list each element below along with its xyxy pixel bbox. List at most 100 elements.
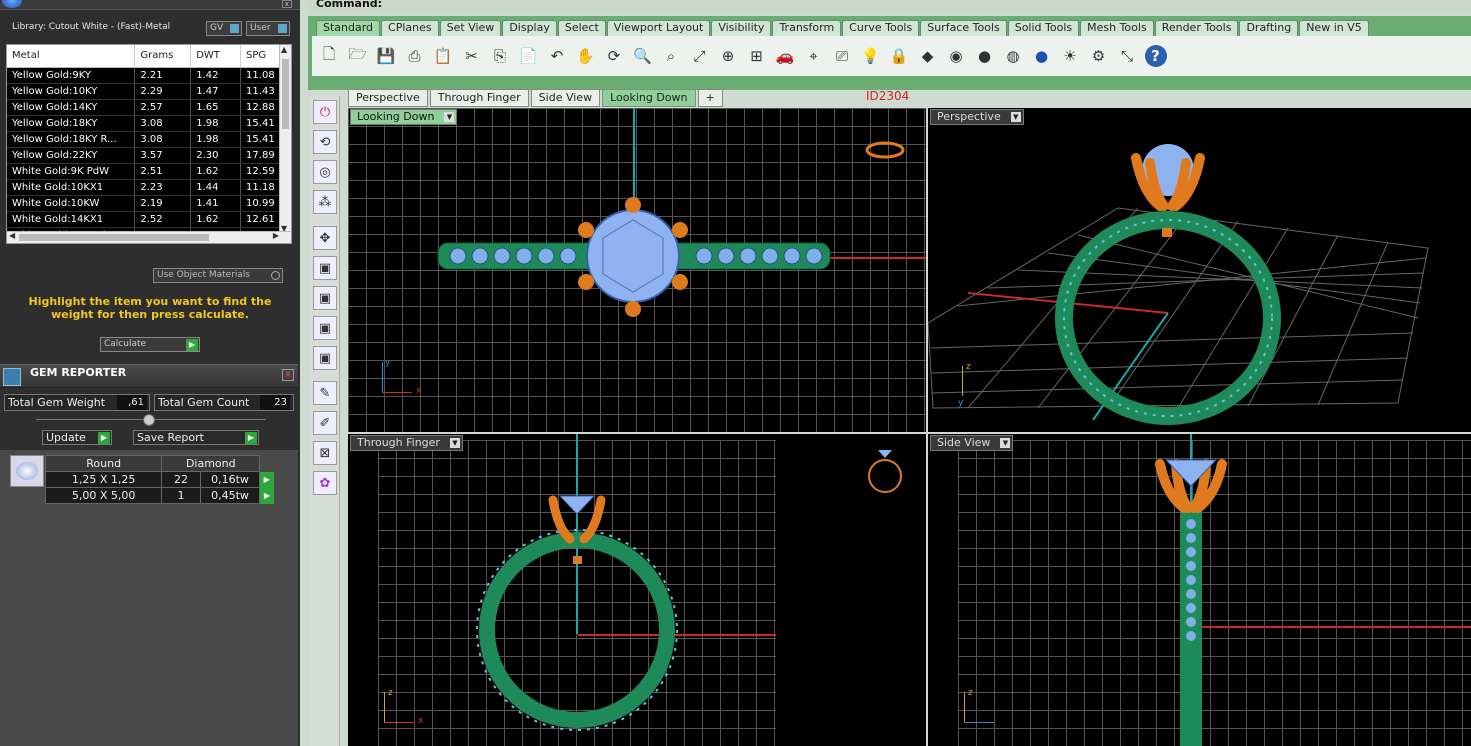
sketch-icon[interactable]: ✐ (313, 411, 337, 435)
viewport-looking-down[interactable]: x y Looking Down ▼ (348, 108, 926, 432)
tab-solid-tools[interactable]: Solid Tools (1007, 20, 1080, 36)
add-viewport-tab-icon[interactable]: + (697, 89, 723, 107)
rotate-axis-icon[interactable]: ⟲ (313, 130, 337, 154)
cube-side-icon[interactable]: ▣ (313, 316, 337, 340)
axes-icon[interactable]: ✥ (313, 226, 337, 250)
tab-transform[interactable]: Transform (772, 20, 842, 36)
nodes-icon[interactable]: ⁂ (313, 190, 337, 214)
tab-select[interactable]: Select (557, 20, 606, 36)
print-icon[interactable]: ⎙ (404, 45, 426, 67)
tab-render-tools[interactable]: Render Tools (1154, 20, 1239, 36)
scroll-left-icon[interactable]: ◀ (9, 231, 15, 240)
open-icon[interactable]: 🗁 (347, 45, 369, 67)
select-gem-arrow-icon[interactable]: ▶ (259, 471, 274, 488)
sun-icon[interactable]: ☀ (1059, 45, 1081, 67)
scroll-thumb[interactable] (282, 59, 289, 129)
viewport-side-view[interactable]: z Side View ▼ (928, 434, 1471, 746)
command-bar[interactable]: Command: (308, 0, 1471, 14)
zoom-icon[interactable]: 🔍 (632, 45, 654, 67)
viewport-tab-perspective[interactable]: Perspective (348, 89, 428, 107)
tab-viewport-layout[interactable]: Viewport Layout (606, 20, 711, 36)
tab-cplanes[interactable]: CPlanes (381, 20, 439, 36)
car-icon[interactable]: 🚗 (774, 45, 796, 67)
table-row[interactable]: White Gold:10KW 2.19 1.41 10.99 (7, 195, 285, 212)
select-gem-arrow-icon[interactable]: ▶ (259, 487, 274, 504)
undo-icon[interactable]: ↶ (546, 45, 568, 67)
close-icon[interactable]: x (282, 369, 294, 381)
bulb-icon[interactable]: 💡 (860, 45, 882, 67)
camera-icon[interactable]: ⎚ (831, 45, 853, 67)
cube-front-icon[interactable]: ▣ (313, 286, 337, 310)
metal-table-hscroll[interactable]: ◀ ▶ (7, 231, 291, 243)
pencil-icon[interactable]: ✎ (313, 381, 337, 405)
tab-display[interactable]: Display (502, 20, 557, 36)
gear-purple-icon[interactable]: ✿ (313, 471, 337, 495)
metal-table[interactable]: Metal Grams DWT SPG Yellow Gold:9KY 2.21 1… (6, 44, 292, 244)
viewport-label-side-view[interactable]: Side View ▼ (930, 435, 1014, 451)
gem-row[interactable]: 1,25 X 1,25 22 0,16tw ▶ (44, 471, 274, 488)
column-spg[interactable]: SPG (240, 45, 285, 68)
viewport-tab-side-view[interactable]: Side View (530, 89, 601, 107)
hscroll-thumb[interactable] (19, 234, 209, 241)
save-report-button[interactable]: Save Report ▶ (133, 430, 259, 445)
viewport-label-perspective[interactable]: Perspective ▼ (930, 109, 1024, 125)
sphere-render-icon[interactable]: ◍ (1002, 45, 1024, 67)
cut-icon[interactable]: ✂ (461, 45, 483, 67)
gem-row[interactable]: 5,00 X 5,00 1 0,45tw ▶ (44, 487, 274, 504)
viewport-grid-icon[interactable]: ⊞ (746, 45, 768, 67)
column-dwt[interactable]: DWT (190, 45, 242, 68)
metal-table-vscroll[interactable]: ▲ ▼ (279, 45, 291, 233)
tab-new-in-v5[interactable]: New in V5 (1299, 20, 1369, 36)
tab-visibility[interactable]: Visibility (711, 20, 772, 36)
table-row[interactable]: Yellow Gold:18KY R... 3.08 1.98 15.41 (7, 131, 285, 148)
table-row[interactable]: Yellow Gold:18KY 3.08 1.98 15.41 (7, 115, 285, 132)
rotate-view-icon[interactable]: ⟳ (603, 45, 625, 67)
viewport-tab-through-finger[interactable]: Through Finger (429, 89, 529, 107)
zoom-extents-icon[interactable]: ⤢ (689, 45, 711, 67)
gem-table[interactable]: Round Diamond 1,25 X 1,25 22 0,16tw ▶ 5,00 X… (44, 455, 274, 504)
layer-icon[interactable]: ◆ (917, 45, 939, 67)
column-grams[interactable]: Grams (134, 45, 192, 68)
frame-icon[interactable]: ⊠ (313, 441, 337, 465)
sphere-shade-icon[interactable]: ● (974, 45, 996, 67)
gv-toggle[interactable]: GV (206, 21, 242, 36)
tab-mesh-tools[interactable]: Mesh Tools (1080, 20, 1154, 36)
pan-hand-icon[interactable]: ✋ (575, 45, 597, 67)
table-row[interactable]: White Gold:14KX1 2.52 1.62 12.61 (7, 211, 285, 228)
save-icon[interactable]: 💾 (375, 45, 397, 67)
viewport-perspective[interactable]: z y Perspective ▼ (928, 108, 1471, 432)
sphere-blue-icon[interactable]: ● (1031, 45, 1053, 67)
clipboard-icon[interactable]: 📄 (518, 45, 540, 67)
cube-top-icon[interactable]: ▣ (313, 256, 337, 280)
close-icon[interactable]: x (282, 0, 292, 8)
table-row[interactable]: Yellow Gold:14KY 2.57 1.65 12.88 (7, 99, 285, 116)
new-icon[interactable]: 🗋 (318, 45, 340, 67)
use-object-materials-checkbox[interactable]: Use Object Materials (153, 268, 283, 283)
paste-icon[interactable]: 📋 (432, 45, 454, 67)
viewport-tab-looking-down[interactable]: Looking Down (602, 89, 696, 107)
viewport-label-looking-down[interactable]: Looking Down ▼ (350, 109, 458, 125)
viewport-through-finger[interactable]: x z Through Finger ▼ (348, 434, 926, 746)
tab-standard[interactable]: Standard (316, 20, 381, 36)
column-metal[interactable]: Metal (7, 45, 136, 68)
tab-set-view[interactable]: Set View (439, 20, 502, 36)
lock-icon[interactable]: 🔒 (888, 45, 910, 67)
table-row[interactable]: Yellow Gold:10KY 2.29 1.47 11.43 (7, 83, 285, 100)
help-icon[interactable]: ? (1144, 45, 1167, 67)
copy-icon[interactable]: ⎘ (489, 45, 511, 67)
tab-curve-tools[interactable]: Curve Tools (842, 20, 920, 36)
viewport-label-through-finger[interactable]: Through Finger ▼ (350, 435, 463, 451)
cplane-icon[interactable]: ⌖ (803, 45, 825, 67)
tab-drafting[interactable]: Drafting (1239, 20, 1299, 36)
table-row[interactable]: White Gold:10KX1 2.23 1.44 11.18 (7, 179, 285, 196)
scroll-right-icon[interactable]: ▶ (273, 231, 279, 240)
gear-icon[interactable]: ⚙ (1088, 45, 1110, 67)
zoom-window-icon[interactable]: ⌕ (660, 45, 682, 67)
globe-icon[interactable]: ◎ (313, 160, 337, 184)
table-row[interactable]: Yellow Gold:9KY 2.21 1.42 11.08 (7, 67, 285, 84)
table-row[interactable]: Yellow Gold:22KY 3.57 2.30 17.89 (7, 147, 285, 164)
user-toggle[interactable]: User (246, 21, 290, 36)
update-button[interactable]: Update ▶ (42, 430, 112, 445)
tab-surface-tools[interactable]: Surface Tools (920, 20, 1007, 36)
calculate-button[interactable]: Calculate ▶ (100, 337, 200, 352)
